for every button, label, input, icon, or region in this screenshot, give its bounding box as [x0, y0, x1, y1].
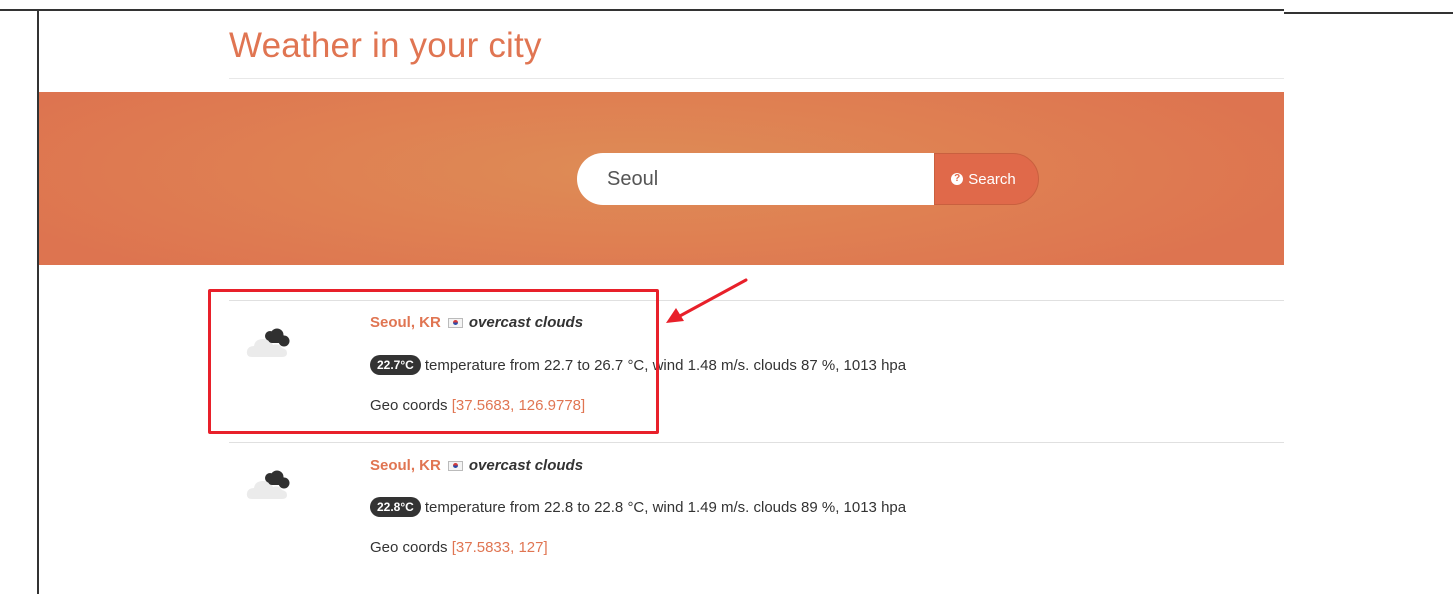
page-title: Weather in your city	[229, 26, 542, 65]
window-frame-top-right	[1284, 12, 1453, 14]
search-button-label: Search	[968, 170, 1016, 188]
search-button[interactable]: ? Search	[934, 153, 1039, 205]
weather-conditions: overcast clouds	[468, 457, 584, 474]
weather-details: 22.8°C temperature from 22.8 to 22.8 °C,…	[370, 497, 906, 517]
result-heading: Seoul, KR overcast clouds	[370, 457, 583, 474]
result-item: Seoul, KR overcast clouds 22.8°C tempera…	[229, 443, 1284, 583]
geo-coords-link[interactable]: [37.5833, 127]	[452, 539, 548, 556]
temperature-badge: 22.8°C	[370, 497, 421, 517]
geo-coords: Geo coords [37.5833, 127]	[370, 539, 548, 556]
question-circle-icon: ?	[951, 173, 964, 185]
annotation-arrow-icon	[666, 278, 748, 323]
city-link[interactable]: Seoul, KR	[370, 457, 441, 474]
overcast-cloud-icon	[246, 470, 290, 499]
search-input[interactable]	[577, 153, 934, 205]
geo-coords-label: Geo coords	[370, 539, 448, 556]
kr-flag-icon	[447, 460, 463, 471]
title-divider	[229, 78, 1284, 79]
search-group: ? Search	[577, 153, 1039, 205]
annotation-highlight-box	[208, 289, 659, 434]
window-frame-top	[0, 9, 1284, 11]
weather-details-text: temperature from 22.8 to 22.8 °C, wind 1…	[424, 498, 907, 516]
